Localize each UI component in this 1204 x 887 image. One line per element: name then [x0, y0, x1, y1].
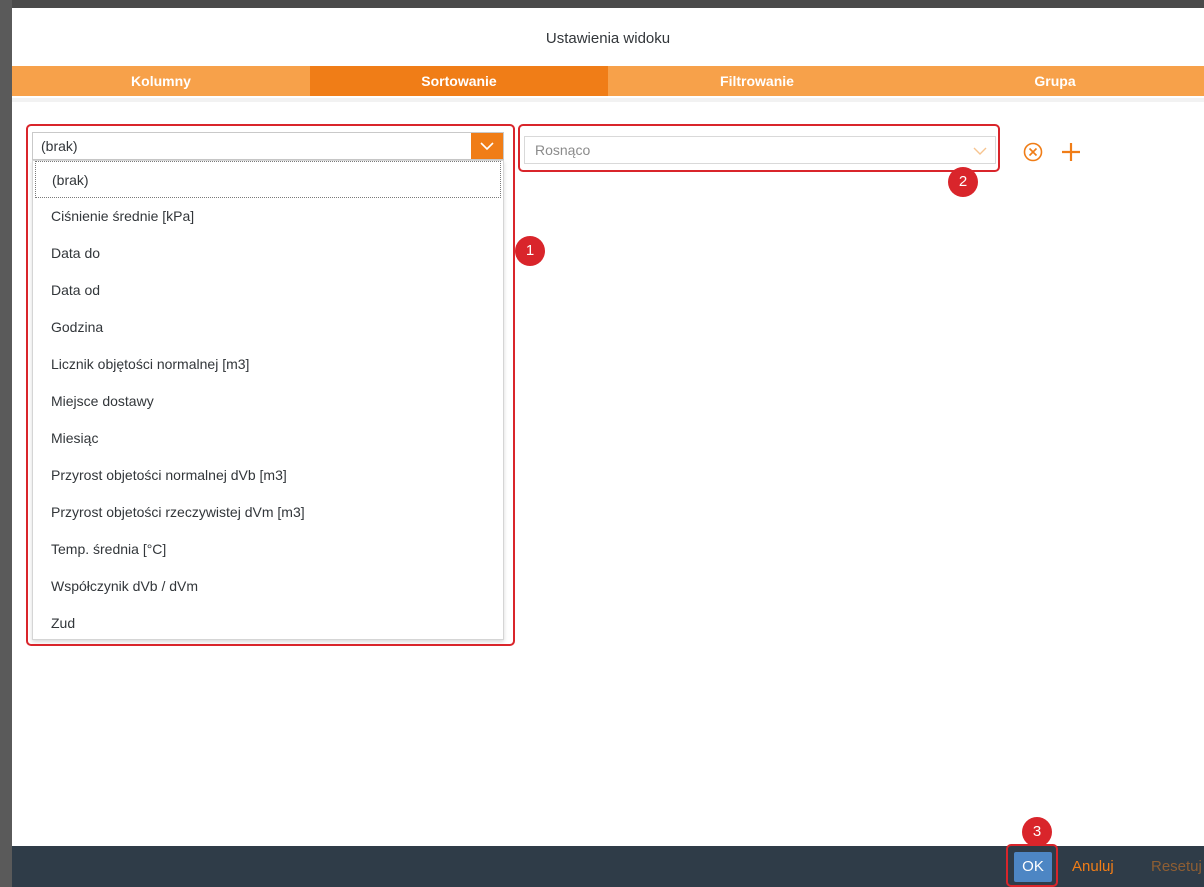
annotation-marker-2: 2: [948, 167, 978, 197]
annotation-box-1: [26, 124, 515, 646]
dialog-title: Ustawienia widoku: [545, 30, 671, 47]
reset-button[interactable]: Resetuj: [1151, 852, 1202, 882]
annotation-box-2: [518, 124, 1000, 172]
tab-group[interactable]: Grupa: [906, 66, 1204, 96]
tab-filtering[interactable]: Filtrowanie: [608, 66, 906, 96]
remove-sort-button[interactable]: [1022, 141, 1044, 163]
tab-columns[interactable]: Kolumny: [12, 66, 310, 96]
add-sort-button[interactable]: [1058, 139, 1084, 165]
plus-icon: [1062, 143, 1080, 161]
view-settings-dialog: Ustawienia widoku Kolumny Sortowanie Fil…: [12, 8, 1204, 887]
circle-x-icon: [1023, 142, 1043, 162]
background-edge: [0, 0, 12, 887]
annotation-marker-3: 3: [1022, 817, 1052, 847]
tab-bar: Kolumny Sortowanie Filtrowanie Grupa: [12, 66, 1204, 96]
annotation-box-3: [1006, 844, 1058, 887]
tab-divider: [12, 98, 1204, 102]
tab-sorting[interactable]: Sortowanie: [310, 66, 608, 96]
cancel-button[interactable]: Anuluj: [1072, 852, 1114, 882]
annotation-marker-1: 1: [515, 236, 545, 266]
